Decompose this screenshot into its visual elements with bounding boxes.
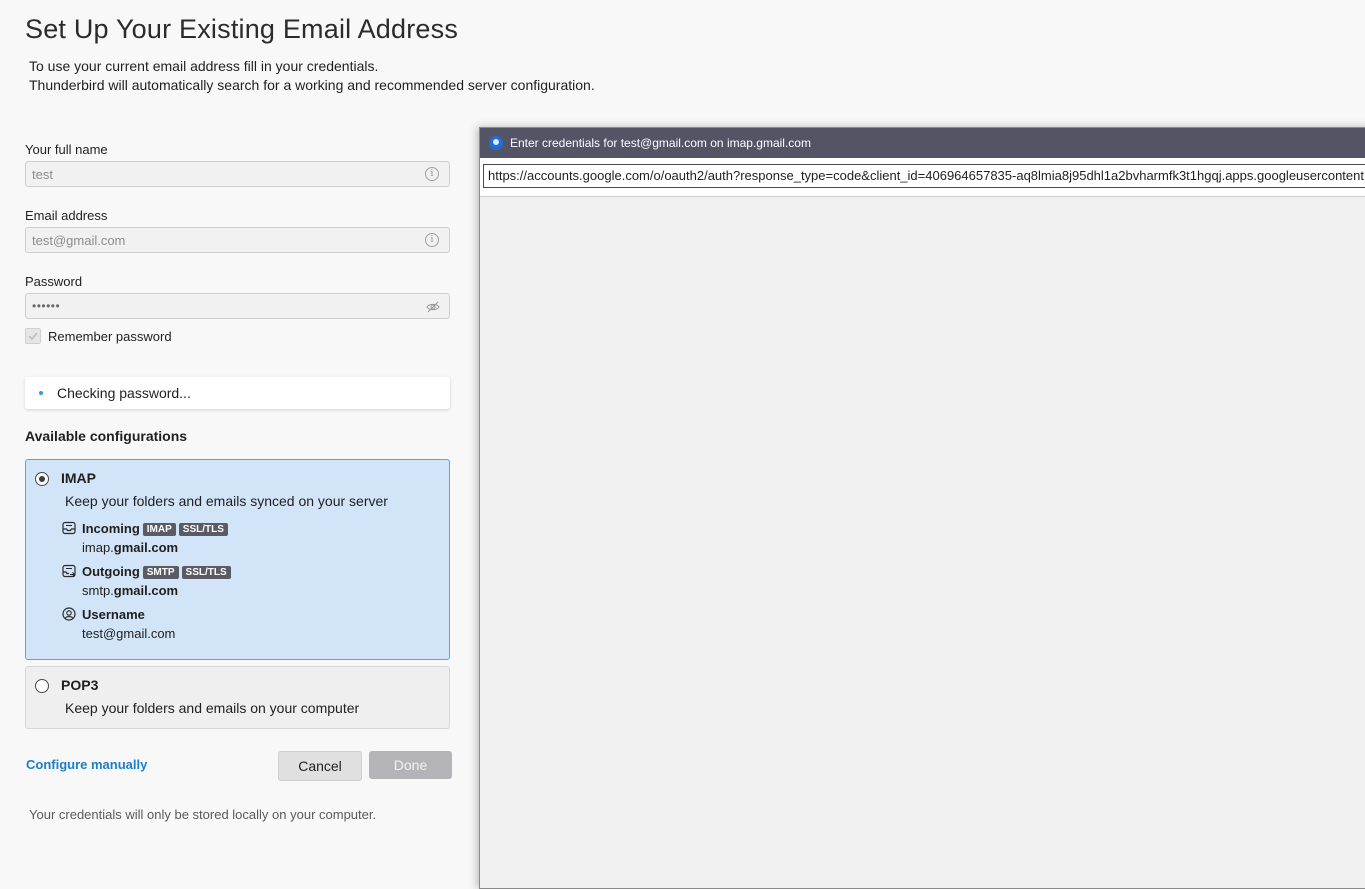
popup-titlebar[interactable]: Enter credentials for test@gmail.com on … [480,128,1365,158]
imap-badge: IMAP [142,523,176,536]
credentials-note: Your credentials will only be stored loc… [29,807,377,822]
email-label: Email address [25,208,108,223]
available-configurations-heading: Available configurations [25,428,188,444]
password-field[interactable]: •••••• [25,293,450,319]
incoming-label: Incoming [82,521,140,536]
pop3-config-card[interactable]: POP3 Keep your folders and emails on you… [25,666,450,729]
outgoing-host: smtp.gmail.com [82,583,179,598]
spinner-dot-icon [39,391,43,395]
checkmark-icon [28,332,38,341]
pop3-description: Keep your folders and emails on your com… [65,700,360,716]
status-text: Checking password... [57,385,191,401]
done-button[interactable]: Done [369,751,452,779]
email-field[interactable]: test@gmail.com i [25,227,450,253]
ssl-tls-badge: SSL/TLS [178,523,228,536]
configure-manually-link[interactable]: Configure manually [26,757,147,772]
pop3-title: POP3 [61,677,99,693]
smtp-badge: SMTP [142,566,179,579]
popup-url-area: https://accounts.google.com/o/oauth2/aut… [480,158,1365,197]
username-value: test@gmail.com [82,626,176,641]
page-title: Set Up Your Existing Email Address [25,14,459,44]
email-value: test@gmail.com [32,233,126,248]
password-label: Password [25,274,83,289]
remember-password-checkbox[interactable] [25,328,41,344]
full-name-label: Your full name [25,142,108,157]
info-icon[interactable]: i [425,233,439,247]
user-circle-icon [62,607,76,626]
password-value: •••••• [32,299,61,313]
thunderbird-icon [489,136,503,150]
remember-password-label: Remember password [48,329,172,344]
page-subtitle-line1: To use your current email address fill i… [29,58,379,74]
imap-config-card[interactable]: IMAP Keep your folders and emails synced… [25,459,450,660]
inbox-icon [62,521,76,540]
incoming-host: imap.gmail.com [82,540,179,555]
ssl-tls-badge: SSL/TLS [181,566,231,579]
imap-description: Keep your folders and emails synced on y… [65,493,388,509]
oauth-popup-window: Enter credentials for test@gmail.com on … [479,127,1365,889]
page-subtitle-line2: Thunderbird will automatically search fo… [29,77,595,93]
full-name-value: test [32,167,53,182]
info-icon[interactable]: i [425,167,439,181]
popup-url-field[interactable]: https://accounts.google.com/o/oauth2/aut… [483,164,1365,188]
username-label: Username [82,607,145,622]
status-notification: Checking password... [25,377,450,409]
outbox-icon [62,564,76,583]
pop3-radio[interactable] [35,679,49,693]
imap-radio[interactable] [35,472,49,486]
imap-title: IMAP [61,470,96,486]
eye-slash-icon[interactable] [426,300,440,318]
full-name-field[interactable]: test i [25,161,450,187]
outgoing-label: Outgoing [82,564,140,579]
popup-title: Enter credentials for test@gmail.com on … [510,136,811,150]
cancel-button[interactable]: Cancel [278,751,362,781]
